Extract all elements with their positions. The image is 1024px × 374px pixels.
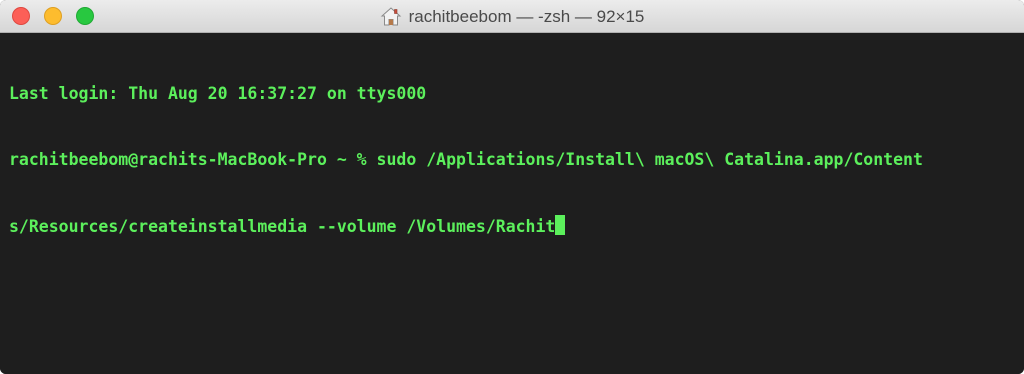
- terminal-window: rachitbeebom — -zsh — 92×15 Last login: …: [0, 0, 1024, 374]
- command-text: s/Resources/createinstallmedia --volume …: [9, 217, 556, 236]
- terminal-line: s/Resources/createinstallmedia --volume …: [9, 215, 1024, 237]
- home-icon: [380, 6, 402, 28]
- terminal-line: rachitbeebom@rachits-MacBook-Pro ~ % sud…: [9, 150, 923, 169]
- terminal-line: Last login: Thu Aug 20 16:37:27 on ttys0…: [9, 84, 427, 103]
- window-title-container: rachitbeebom — -zsh — 92×15: [0, 0, 1024, 33]
- terminal-output[interactable]: Last login: Thu Aug 20 16:37:27 on ttys0…: [0, 33, 1024, 374]
- title-bar[interactable]: rachitbeebom — -zsh — 92×15: [0, 0, 1024, 33]
- window-title: rachitbeebom — -zsh — 92×15: [408, 6, 645, 26]
- text-cursor: [555, 215, 566, 235]
